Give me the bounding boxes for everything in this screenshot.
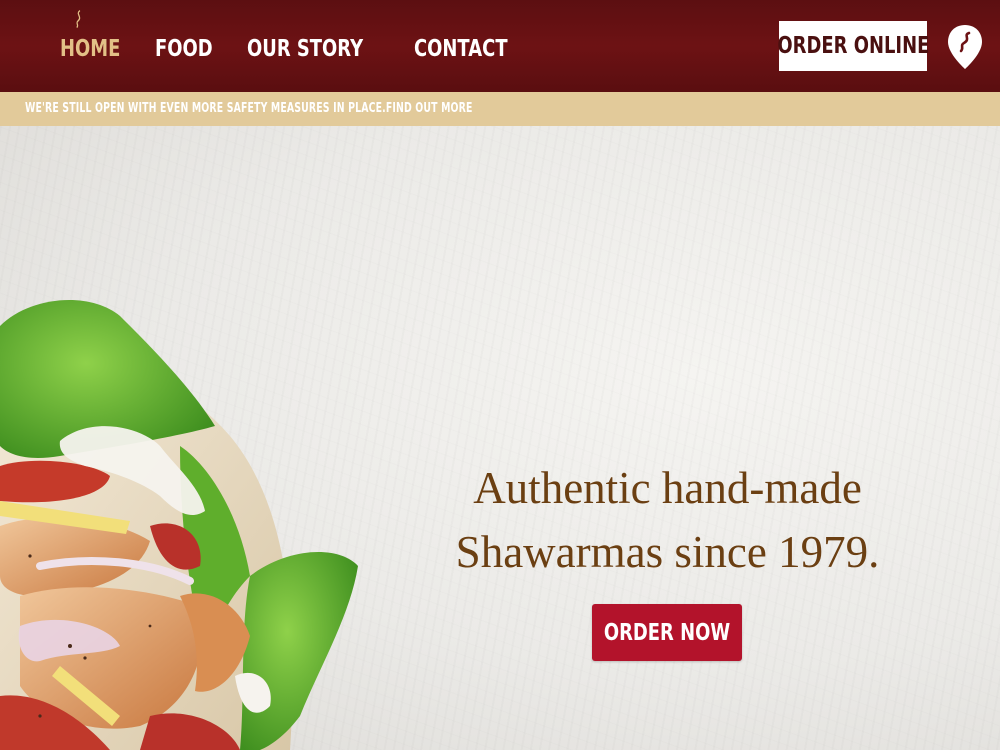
hero-section: Authentic hand-made Shawarmas since 1979… xyxy=(0,126,1000,750)
shawarma-wrap-image xyxy=(0,299,358,750)
order-now-label: ORDER NOW xyxy=(603,619,731,646)
site-header: HOME FOOD OUR STORY CONTACT ORDER ONLINE xyxy=(0,0,1000,92)
map-pin-icon[interactable] xyxy=(947,24,983,70)
steam-icon xyxy=(76,10,81,28)
order-online-button[interactable]: ORDER ONLINE xyxy=(777,21,929,71)
nav-item-label: HOME xyxy=(60,36,121,62)
notice-text: WE'RE STILL OPEN WITH EVEN MORE SAFETY M… xyxy=(25,101,386,116)
nav-item-food[interactable]: FOOD xyxy=(155,30,213,62)
nav-item-label: FOOD xyxy=(155,36,214,62)
order-online-label: ORDER ONLINE xyxy=(777,33,929,59)
order-now-button[interactable]: ORDER NOW xyxy=(592,604,742,661)
nav-item-label: OUR STORY xyxy=(247,36,364,62)
main-nav: HOME FOOD OUR STORY CONTACT xyxy=(60,0,512,92)
nav-item-our-story[interactable]: OUR STORY xyxy=(247,30,363,62)
notice-bar: WE'RE STILL OPEN WITH EVEN MORE SAFETY M… xyxy=(0,92,1000,126)
hero-headline-line-1: Authentic hand-made xyxy=(473,463,862,513)
find-out-more-link[interactable]: FIND OUT MORE xyxy=(386,101,473,116)
hero-headline: Authentic hand-made Shawarmas since 1979… xyxy=(400,456,935,584)
nav-item-home[interactable]: HOME xyxy=(60,10,121,62)
nav-item-contact[interactable]: CONTACT xyxy=(414,30,508,62)
notice-message: WE'RE STILL OPEN WITH EVEN MORE SAFETY M… xyxy=(25,101,473,116)
nav-item-label: CONTACT xyxy=(414,36,508,62)
page: HOME FOOD OUR STORY CONTACT ORDER ONLINE… xyxy=(0,0,1000,750)
hero-headline-line-2: Shawarmas since 1979. xyxy=(455,527,880,577)
